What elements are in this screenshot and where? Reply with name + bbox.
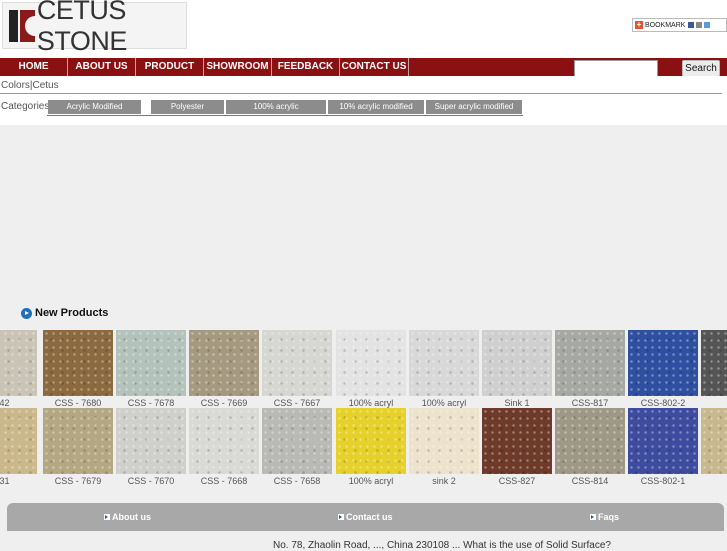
bookmark-button[interactable]: + BOOKMARK	[632, 18, 727, 32]
category-100-acrylic[interactable]: 100% acrylic	[226, 100, 326, 114]
footer-link-label: Faqs	[598, 512, 620, 522]
product-tile-solid-surface-swatch[interactable]	[116, 330, 186, 396]
product-caption[interactable]	[699, 475, 727, 487]
nav-home[interactable]: HOME	[0, 58, 68, 76]
category-acrylic-modified[interactable]: Acrylic Modified	[48, 100, 141, 114]
footer-link-label: About us	[112, 512, 151, 522]
product-tile-sink-photo[interactable]	[482, 330, 552, 396]
category-10-acrylic-modified[interactable]: 10% acrylic modified	[328, 100, 424, 114]
product-tile-solid-surface-swatch[interactable]	[482, 408, 552, 474]
nav-about-us[interactable]: ABOUT US	[68, 58, 136, 76]
product-tile-solid-surface-swatch[interactable]	[555, 330, 625, 396]
categories-label: Categories	[1, 101, 50, 112]
brand-name: CETUS STONE	[36, 0, 128, 56]
product-caption[interactable]: 531	[0, 475, 39, 487]
product-caption[interactable]: CSS - 7679	[41, 475, 115, 487]
product-tile-solid-surface-swatch[interactable]	[262, 330, 332, 396]
nav-feedback[interactable]: FEEDBACK	[272, 58, 340, 76]
product-tile-solid-surface-swatch[interactable]	[701, 330, 727, 396]
product-tile-countertop-photo[interactable]	[336, 408, 406, 474]
product-tile-solid-surface-swatch[interactable]	[628, 408, 698, 474]
category-polyester[interactable]: Polyester	[151, 100, 224, 114]
product-tile-solid-surface-swatch[interactable]	[555, 408, 625, 474]
product-tile-sink-photo[interactable]	[409, 408, 479, 474]
nav-showroom[interactable]: SHOWROOM	[204, 58, 272, 76]
product-tile-solid-surface-swatch[interactable]	[189, 408, 259, 474]
product-tile-solid-surface-swatch[interactable]	[189, 330, 259, 396]
footer-link-contact-us[interactable]: Contact us	[338, 512, 393, 522]
logo-mark-icon	[9, 9, 35, 42]
product-tile-solid-surface-swatch[interactable]	[43, 408, 113, 474]
product-caption[interactable]: CSS-802-1	[626, 475, 700, 487]
footer-address: No. 78, Zhaolin Road, ..., China 230108 …	[273, 540, 611, 551]
product-caption[interactable]: sink 2	[407, 475, 481, 487]
product-caption[interactable]: CSS - 7658	[260, 475, 334, 487]
product-caption[interactable]: CSS-827	[480, 475, 554, 487]
product-caption[interactable]: CSS - 7670	[114, 475, 188, 487]
product-tile-solid-surface-swatch[interactable]	[0, 408, 37, 474]
product-tile-solid-surface-swatch[interactable]	[0, 330, 37, 396]
category-super-acrylic-modified[interactable]: Super acrylic modified	[426, 100, 522, 114]
product-tile-solid-surface-swatch[interactable]	[262, 408, 332, 474]
footer-link-label: Contact us	[346, 512, 393, 522]
product-tile-solid-surface-swatch[interactable]	[43, 330, 113, 396]
divider	[0, 93, 722, 94]
product-tile-solid-surface-swatch[interactable]	[628, 330, 698, 396]
breadcrumb[interactable]: Colors|Cetus	[1, 80, 59, 91]
footer-link-about-us[interactable]: About us	[104, 512, 151, 522]
plus-icon: +	[635, 20, 643, 29]
nav-product[interactable]: PRODUCT	[136, 58, 204, 76]
product-tile-solid-surface-swatch[interactable]	[701, 408, 727, 474]
product-tile-countertop-photo[interactable]	[409, 330, 479, 396]
arrow-icon	[104, 514, 110, 520]
share-icons	[688, 22, 711, 28]
arrow-icon	[590, 514, 596, 520]
search-button[interactable]: Search	[682, 60, 720, 77]
new-products-title: New Products	[35, 307, 109, 319]
bookmark-label: BOOKMARK	[645, 21, 686, 29]
product-tile-solid-surface-swatch[interactable]	[116, 408, 186, 474]
arrow-icon	[338, 514, 344, 520]
product-tile-countertop-photo[interactable]	[336, 330, 406, 396]
logo[interactable]: CETUS STONE	[2, 0, 187, 56]
arrow-circle-icon	[21, 307, 32, 319]
search-input[interactable]	[574, 60, 658, 77]
product-caption[interactable]: CSS-814	[553, 475, 627, 487]
nav-contact-us[interactable]: CONTACT US	[340, 58, 409, 76]
divider	[47, 115, 523, 116]
new-products-heading: New Products	[21, 307, 108, 319]
footer-link-faqs[interactable]: Faqs	[590, 512, 619, 522]
header: CETUS STONE + BOOKMARK	[0, 0, 727, 58]
product-grid: 542CSS - 7680CSS - 7678CSS - 7669CSS - 7…	[0, 330, 727, 490]
footer-nav: About us Contact us Faqs	[7, 503, 724, 531]
product-caption[interactable]: CSS - 7668	[187, 475, 261, 487]
product-caption[interactable]: 100% acryl	[334, 475, 408, 487]
